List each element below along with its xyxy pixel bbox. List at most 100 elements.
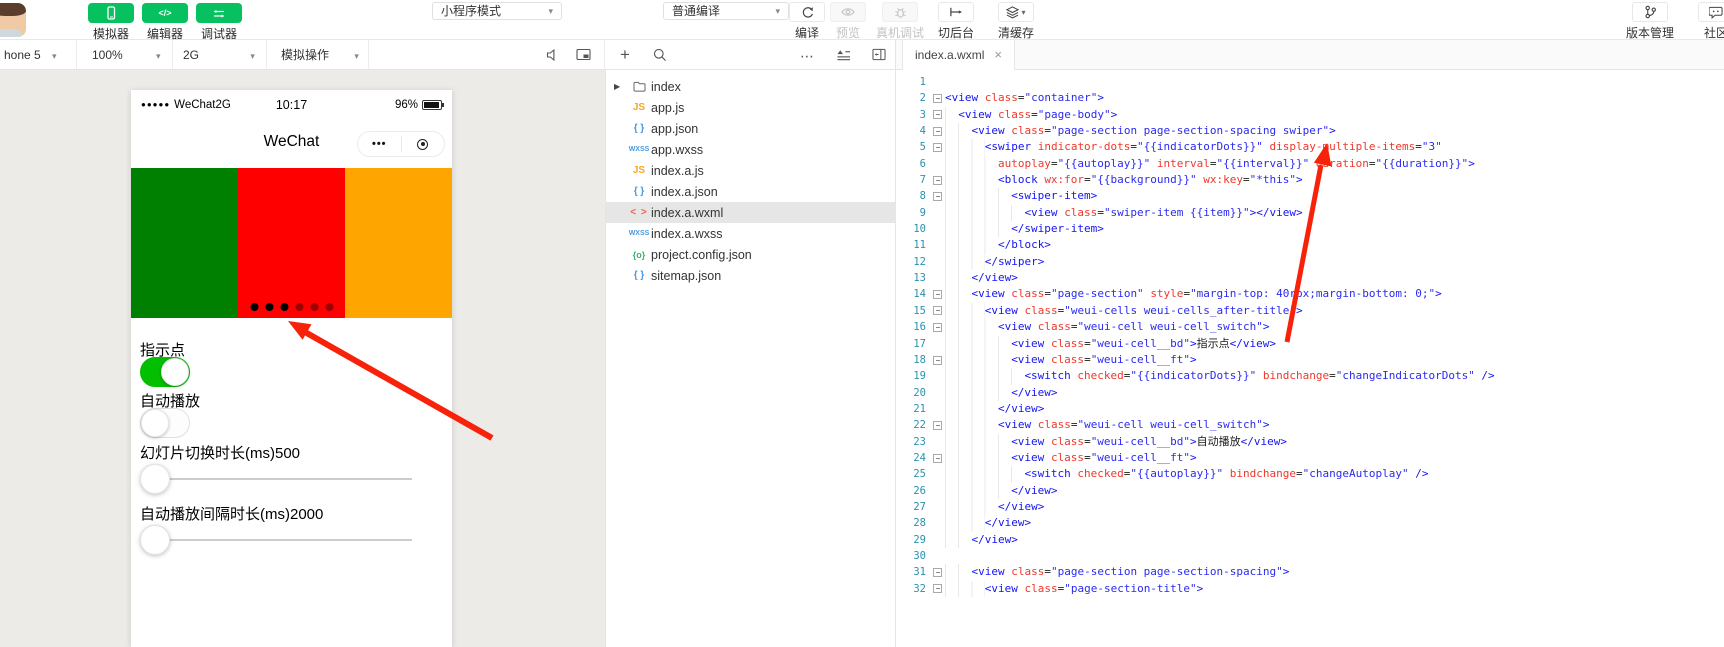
tree-item-index.a.wxml[interactable]: < > index.a.wxml — [606, 202, 895, 223]
fold-marker-icon[interactable] — [930, 188, 945, 204]
tree-item-index[interactable]: ▶ index — [606, 76, 895, 97]
slider[interactable] — [140, 463, 412, 495]
fold-marker-icon[interactable] — [930, 417, 945, 433]
remote-debug-button-label: 真机调试 — [875, 26, 924, 40]
slider[interactable] — [140, 524, 412, 556]
outline-icon[interactable] — [836, 48, 851, 67]
swiper-item-green[interactable] — [131, 168, 238, 318]
line-number: 1 — [919, 76, 926, 88]
mode-dropdown[interactable]: 小程序模式 ▾ — [432, 2, 562, 20]
more-menu-icon[interactable]: ••• — [358, 138, 401, 150]
swiper-item-red[interactable] — [238, 168, 345, 318]
code-line: 30 — [896, 548, 1724, 564]
indicator-dot — [310, 303, 318, 311]
remote-debug-button[interactable]: 真机调试 — [872, 2, 928, 41]
code-token: </view> — [1011, 483, 1058, 497]
fold-marker-icon[interactable] — [930, 303, 945, 319]
user-avatar[interactable] — [0, 3, 26, 37]
fold-marker-icon[interactable] — [930, 319, 945, 335]
eye-icon — [830, 2, 866, 22]
phone-icon — [88, 3, 134, 23]
slider-knob[interactable] — [140, 464, 170, 494]
code-token: > — [1296, 173, 1303, 187]
tab-index-a-wxml[interactable]: index.a.wxml × — [902, 40, 1015, 70]
editor-toggle-button[interactable]: </> 编辑器 — [141, 3, 189, 42]
fold-gutter — [930, 483, 945, 499]
tree-item-sitemap.json[interactable]: { } sitemap.json — [606, 265, 895, 286]
indent-guides — [945, 433, 1012, 450]
simulate-actions-dropdown[interactable]: 模拟操作 ▾ — [281, 40, 359, 70]
search-icon[interactable] — [653, 48, 667, 67]
control-label: 自动播放间隔时长(ms)2000 — [140, 506, 324, 523]
indent-guides — [945, 139, 985, 156]
fold-gutter — [930, 532, 945, 548]
preview-button[interactable]: 预览 — [828, 2, 868, 41]
tree-item-project.config.json[interactable]: {o} project.config.json — [606, 244, 895, 265]
fold-marker-icon[interactable] — [930, 107, 945, 123]
network-dropdown[interactable]: 2G ▾ — [183, 40, 255, 70]
version-control-button[interactable]: 版本管理 — [1622, 2, 1678, 41]
fold-marker-icon[interactable] — [930, 564, 945, 580]
swiper-component[interactable] — [131, 168, 452, 318]
debugger-toggle-button[interactable]: 调试器 — [195, 3, 243, 42]
code-line: 31 <view class = "page-section page-section… — [896, 564, 1724, 581]
code-line: 10 </swiper-item> — [896, 221, 1724, 238]
swiper-item-orange[interactable] — [345, 168, 452, 318]
tree-item-app.json[interactable]: { } app.json — [606, 118, 895, 139]
expand-arrow-icon[interactable]: ▶ — [614, 82, 627, 91]
fold-marker-icon[interactable] — [930, 172, 945, 188]
code-token: = — [1329, 369, 1336, 383]
fold-marker-icon[interactable] — [930, 139, 945, 155]
more-options-icon[interactable]: ⋯ — [800, 49, 815, 63]
tree-item-index.a.json[interactable]: { } index.a.json — [606, 181, 895, 202]
simulator-toggle-button[interactable]: 模拟器 — [87, 3, 135, 42]
clear-cache-button[interactable]: ▾ 清缓存 — [992, 2, 1040, 41]
indent-guides — [945, 515, 985, 532]
code-editor[interactable]: 1 2 <view class = "container" >3 <view class = "… — [895, 70, 1724, 647]
fold-marker-icon[interactable] — [930, 90, 945, 106]
community-button[interactable]: 社区 — [1694, 2, 1724, 41]
switch-off-toggle[interactable] — [140, 408, 190, 438]
compile-mode-dropdown[interactable]: 普通编译 ▾ — [663, 2, 789, 20]
indent-guides — [945, 204, 1025, 222]
speaker-icon[interactable] — [546, 48, 560, 67]
switch-background-label: 切后台 — [937, 26, 974, 40]
code-token: <view — [971, 565, 1012, 579]
floating-window-icon[interactable] — [576, 48, 591, 66]
device-dropdown[interactable]: hone 5 ▾ — [4, 40, 57, 70]
code-token: = — [1017, 91, 1025, 105]
compile-mode-value: 普通编译 — [672, 4, 721, 18]
switch-background-button[interactable]: 切后台 — [932, 2, 980, 41]
code-token: autoplay — [997, 156, 1051, 170]
fold-marker-icon[interactable] — [930, 450, 945, 466]
compile-button[interactable]: 编译 — [787, 2, 827, 41]
file-tree: ▶ index JS app.js{ } app.json WXSS app.wxss JS i… — [605, 70, 895, 647]
zoom-dropdown[interactable]: 100% ▾ — [92, 40, 161, 70]
exit-circle-icon[interactable] — [402, 138, 445, 150]
tree-item-app.js[interactable]: JS app.js — [606, 97, 895, 118]
code-token: <view — [997, 320, 1038, 334]
fold-marker-icon[interactable] — [930, 581, 945, 597]
code-token: checked — [1077, 467, 1124, 481]
capsule-menu[interactable]: ••• — [357, 131, 445, 157]
add-file-icon[interactable]: + — [620, 46, 630, 63]
switch-on-toggle[interactable] — [140, 357, 190, 387]
code-token: "swiper-item {{item}}" — [1103, 205, 1250, 219]
close-icon[interactable]: × — [994, 47, 1002, 62]
fold-marker-icon[interactable] — [930, 286, 945, 302]
tree-item-index.a.js[interactable]: JS index.a.js — [606, 160, 895, 181]
tree-item-app.wxss[interactable]: WXSS app.wxss — [606, 139, 895, 160]
slider-knob[interactable] — [140, 525, 170, 555]
collapse-sidebar-icon[interactable] — [872, 48, 886, 66]
fold-marker-icon[interactable] — [930, 352, 945, 368]
file-name: app.wxss — [651, 142, 704, 157]
code-token: = — [1368, 156, 1376, 170]
code-token: "3" — [1421, 140, 1442, 154]
indent-guides — [945, 417, 998, 434]
code-token: "*this" — [1249, 173, 1297, 187]
tree-item-index.a.wxss[interactable]: WXSS index.a.wxss — [606, 223, 895, 244]
code-token: class — [1050, 450, 1085, 464]
fold-marker-icon[interactable] — [930, 123, 945, 139]
code-line: 25 <switch checked = "{{autoplay}}" bindcha… — [896, 466, 1724, 483]
code-token: checked — [1077, 369, 1124, 383]
